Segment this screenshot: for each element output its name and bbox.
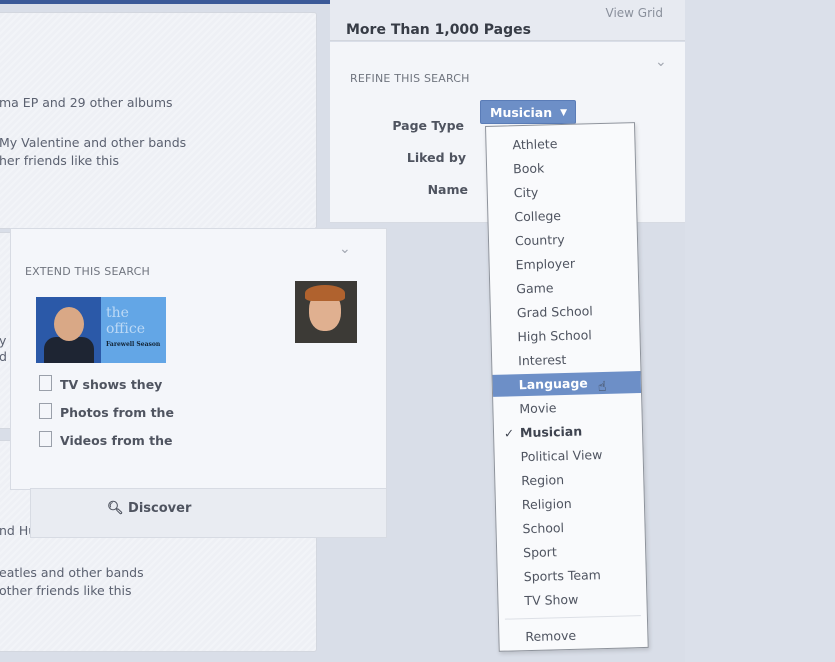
tv-show-thumbnail[interactable]: the office Farewell Season	[36, 297, 166, 363]
dropdown-option-label: Employer	[515, 255, 576, 273]
extend-item-label: TV shows they	[60, 377, 163, 392]
dropdown-caret-icon: ▼	[560, 108, 567, 118]
page-type-value: Musician	[490, 105, 553, 120]
dropdown-option-label: Language	[518, 375, 588, 393]
result-albums: ma EP and 29 other albums	[0, 95, 173, 110]
extend-item-videos[interactable]: Videos from the	[39, 431, 172, 448]
extend-item-photos[interactable]: Photos from the	[39, 403, 174, 420]
dropdown-option-country[interactable]: Country	[489, 227, 638, 253]
dropdown-option-high-school[interactable]: High School	[491, 323, 640, 349]
dropdown-option-label: Political View	[520, 447, 603, 465]
dropdown-separator	[504, 615, 641, 620]
result-bands: eatles and other bands	[0, 565, 144, 580]
dropdown-option-sport[interactable]: Sport	[497, 539, 646, 565]
dropdown-option-label: School	[522, 520, 565, 537]
search-icon: 🔍︎	[107, 501, 124, 516]
dropdown-option-label: TV Show	[524, 591, 579, 609]
extend-item-label: Videos from the	[60, 433, 173, 448]
dropdown-option-label: College	[514, 208, 562, 225]
dropdown-option-label: Region	[521, 472, 565, 489]
dropdown-option-athlete[interactable]: Athlete	[486, 131, 635, 157]
dropdown-option-interest[interactable]: Interest	[492, 347, 641, 373]
discover-label: Discover	[128, 501, 192, 516]
page-background	[685, 0, 835, 662]
collapse-chevron-icon[interactable]: ⌄	[339, 241, 351, 257]
dropdown-option-employer[interactable]: Employer	[489, 251, 638, 277]
person-hair	[305, 285, 345, 301]
result-bands: My Valentine and other bands	[0, 135, 187, 150]
video-icon	[39, 431, 52, 447]
dropdown-option-political-view[interactable]: Political View	[494, 443, 643, 469]
dropdown-option-label: Country	[514, 231, 565, 249]
discover-button[interactable]: 🔍︎ Discover	[107, 501, 191, 516]
dropdown-option-label: Sports Team	[523, 567, 602, 585]
dropdown-option-region[interactable]: Region	[495, 467, 644, 493]
dropdown-option-sports-team[interactable]: Sports Team	[498, 563, 647, 589]
result-friends: her friends like this	[0, 153, 119, 168]
result-friends: other friends like this	[0, 583, 132, 598]
show-logo-text: the office	[106, 305, 145, 337]
dropdown-option-label: Interest	[517, 351, 567, 369]
dropdown-option-label: Sport	[522, 544, 557, 561]
dropdown-option-label: Movie	[519, 400, 557, 417]
page-type-select[interactable]: Musician ▼	[480, 100, 576, 124]
dropdown-option-label: Musician	[519, 423, 583, 441]
person-face	[54, 307, 84, 341]
result-card[interactable]: ma EP and 29 other albums My Valentine a…	[0, 12, 317, 229]
dropdown-option-label: High School	[517, 327, 592, 345]
view-grid-link[interactable]: View Grid	[606, 6, 663, 20]
dropdown-option-city[interactable]: City	[487, 179, 636, 205]
dropdown-option-label: Game	[516, 280, 554, 297]
hand-cursor-icon: ☝	[597, 378, 607, 396]
discover-bar: 🔍︎ Discover	[30, 488, 387, 538]
show-logo-subtitle: Farewell Season	[106, 341, 161, 348]
show-logo: the office Farewell Season	[106, 305, 166, 353]
person-thumbnail[interactable]	[295, 281, 357, 343]
dropdown-option-movie[interactable]: Movie	[493, 395, 642, 421]
dropdown-option-language[interactable]: Language ☝	[492, 371, 642, 397]
dropdown-option-book[interactable]: Book	[487, 155, 636, 181]
dropdown-option-label: Religion	[521, 495, 572, 513]
dropdown-option-musician[interactable]: ✓ Musician	[494, 419, 643, 445]
dropdown-option-tv-show[interactable]: TV Show	[498, 587, 647, 613]
extend-section: EXTEND THIS SEARCH ⌄ the office Farewell …	[10, 228, 387, 490]
extend-item-label: Photos from the	[60, 405, 174, 420]
dropdown-option-label: City	[513, 184, 539, 201]
extend-item-tv-shows[interactable]: TV shows they	[39, 375, 162, 392]
page-type-dropdown-menu: Athlete Book City College Country Employer Gam…	[485, 122, 649, 652]
checkmark-icon: ✓	[503, 426, 515, 441]
dropdown-option-label: Book	[512, 160, 545, 177]
page-type-label: Page Type	[392, 118, 464, 133]
liked-by-label: Liked by	[406, 150, 466, 165]
collapse-chevron-icon[interactable]: ⌄	[655, 54, 667, 70]
dropdown-option-religion[interactable]: Religion	[496, 491, 645, 517]
dropdown-option-game[interactable]: Game	[490, 275, 639, 301]
dropdown-option-college[interactable]: College	[488, 203, 637, 229]
name-label: Name	[427, 182, 468, 197]
panel-header: More Than 1,000 Pages View Grid	[330, 0, 685, 41]
dropdown-option-grad-school[interactable]: Grad School	[491, 299, 640, 325]
dropdown-option-label: Grad School	[516, 303, 593, 321]
extend-label: EXTEND THIS SEARCH	[25, 265, 150, 278]
dropdown-option-school[interactable]: School	[496, 515, 645, 541]
dropdown-remove-option[interactable]: Remove	[499, 623, 648, 649]
tv-icon	[39, 375, 52, 391]
dropdown-option-label: Athlete	[512, 136, 558, 153]
refine-label: REFINE THIS SEARCH	[350, 72, 470, 85]
results-count-title: More Than 1,000 Pages	[346, 22, 531, 38]
photo-icon	[39, 403, 52, 419]
